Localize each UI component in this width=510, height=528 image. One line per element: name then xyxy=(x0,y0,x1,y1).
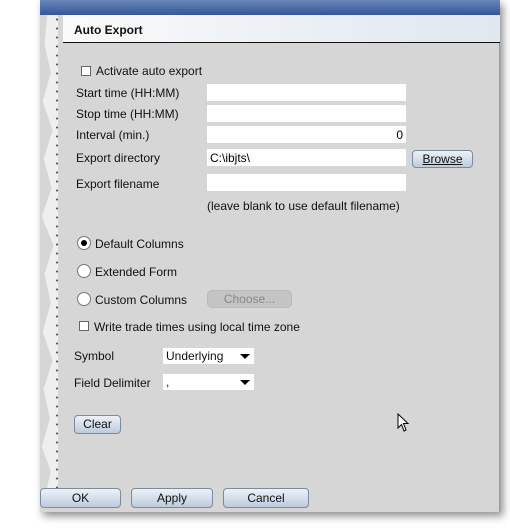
browse-button[interactable]: Browse xyxy=(412,150,473,168)
choose-button[interactable]: Choose... xyxy=(207,290,292,308)
export-directory-label: Export directory xyxy=(76,151,161,165)
cancel-button[interactable]: Cancel xyxy=(223,488,309,508)
ok-button[interactable]: OK xyxy=(40,488,121,508)
field-delimiter-label: Field Delimiter xyxy=(74,376,151,390)
section-header: Auto Export xyxy=(63,15,500,43)
mouse-cursor-icon xyxy=(397,413,410,432)
chevron-down-icon xyxy=(240,380,250,385)
activate-auto-export-checkbox[interactable] xyxy=(81,66,91,76)
custom-columns-radio[interactable] xyxy=(77,292,91,306)
default-columns-radio[interactable] xyxy=(77,236,91,250)
custom-columns-label: Custom Columns xyxy=(95,293,188,307)
apply-button[interactable]: Apply xyxy=(131,488,213,508)
export-filename-label: Export filename xyxy=(76,177,160,191)
interval-input[interactable] xyxy=(207,126,406,143)
interval-label: Interval (min.) xyxy=(76,128,150,142)
stop-time-label: Stop time (HH:MM) xyxy=(76,107,179,121)
start-time-input[interactable] xyxy=(207,84,406,101)
local-time-label: Write trade times using local time zone xyxy=(94,320,300,334)
default-columns-label: Default Columns xyxy=(95,237,184,251)
symbol-dropdown[interactable]: Underlying xyxy=(163,348,254,364)
start-time-label: Start time (HH:MM) xyxy=(76,86,180,100)
symbol-label: Symbol xyxy=(74,349,115,363)
extended-form-label: Extended Form xyxy=(95,265,178,279)
clear-button[interactable]: Clear xyxy=(74,415,121,434)
section-title: Auto Export xyxy=(74,23,143,37)
activate-auto-export-label: Activate auto export xyxy=(96,64,203,78)
chevron-down-icon xyxy=(240,354,250,359)
local-time-checkbox[interactable] xyxy=(79,321,89,331)
title-bar xyxy=(40,0,500,15)
extended-form-radio[interactable] xyxy=(77,264,91,278)
splitter-handle[interactable] xyxy=(56,15,58,490)
export-directory-input[interactable] xyxy=(207,149,406,166)
field-delimiter-dropdown[interactable]: , xyxy=(163,374,254,390)
export-filename-input[interactable] xyxy=(207,174,406,191)
stop-time-input[interactable] xyxy=(207,105,406,122)
filename-hint: (leave blank to use default filename) xyxy=(207,199,400,213)
field-delimiter-value: , xyxy=(166,375,170,389)
symbol-value: Underlying xyxy=(166,349,224,363)
